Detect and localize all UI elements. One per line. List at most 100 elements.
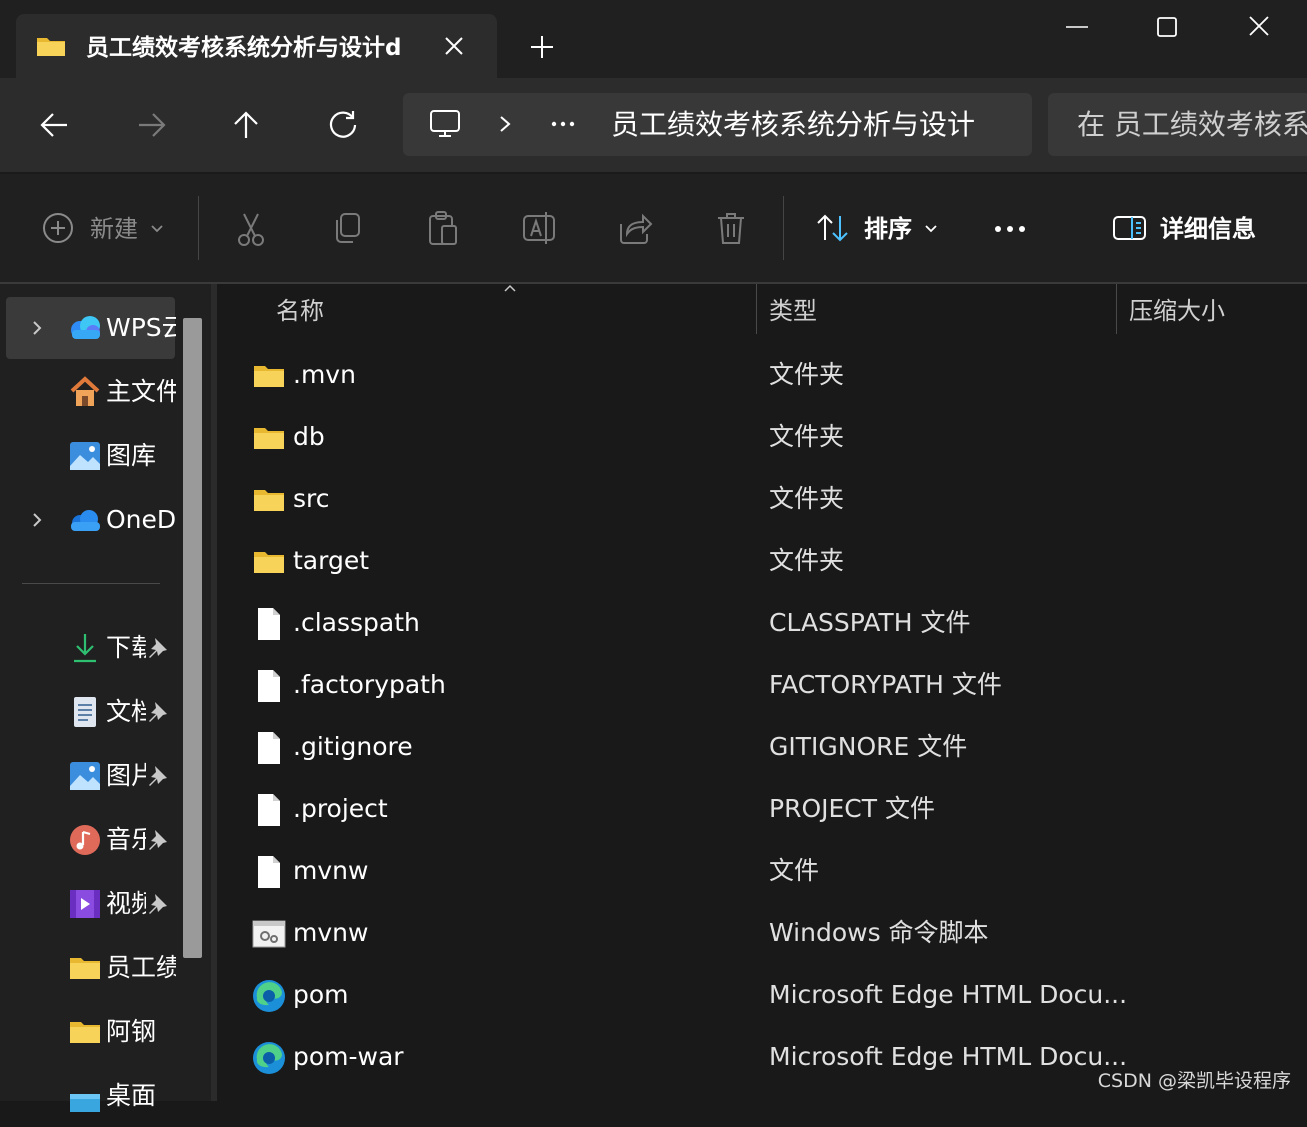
chevron-right-icon[interactable]: [28, 508, 46, 532]
file-name: src: [293, 484, 330, 513]
music-icon: [68, 824, 102, 856]
file-type: 文件: [769, 856, 820, 885]
file-icon: [252, 669, 286, 703]
file-name: pom: [293, 980, 349, 1009]
more-options-icon[interactable]: [990, 216, 1030, 242]
pin-icon[interactable]: [146, 763, 170, 789]
sidebar-item-folder-agang[interactable]: 阿钢: [0, 1001, 175, 1063]
file-row[interactable]: pom Microsoft Edge HTML Docu...: [240, 965, 1307, 1027]
file-name: .mvn: [293, 360, 356, 389]
file-name: target: [293, 546, 370, 575]
file-row[interactable]: src 文件夹: [240, 469, 1307, 531]
file-name: db: [293, 422, 325, 451]
maximize-icon[interactable]: [1150, 12, 1184, 42]
pin-icon[interactable]: [146, 699, 170, 725]
share-icon[interactable]: [617, 208, 653, 248]
close-tab-icon[interactable]: [440, 32, 468, 60]
file-type: 文件夹: [769, 360, 845, 389]
column-header-name[interactable]: 名称: [276, 292, 324, 330]
sidebar-item-label: 图库: [106, 441, 157, 470]
sidebar-item-home[interactable]: 主文件: [0, 361, 176, 423]
new-plus-icon[interactable]: [40, 208, 76, 248]
sort-icon[interactable]: [815, 208, 851, 248]
pin-icon[interactable]: [146, 827, 170, 853]
computer-icon[interactable]: [428, 108, 462, 140]
pictures-icon: [68, 760, 102, 792]
file-row[interactable]: .classpath CLASSPATH 文件: [240, 593, 1307, 655]
file-name: pom-war: [293, 1042, 404, 1071]
cut-icon[interactable]: [233, 208, 269, 248]
file-row[interactable]: .project PROJECT 文件: [240, 779, 1307, 841]
chevron-down-icon[interactable]: [148, 220, 166, 238]
sidebar-item-label: 桌面: [106, 1081, 157, 1110]
sidebar-scrollbar[interactable]: [183, 318, 202, 958]
documents-icon: [68, 696, 102, 728]
minimize-icon[interactable]: [1060, 12, 1094, 42]
forward-arrow-icon[interactable]: [130, 104, 172, 146]
file-type: FACTORYPATH 文件: [769, 670, 1002, 699]
refresh-icon[interactable]: [322, 104, 364, 146]
chevron-down-icon[interactable]: [922, 220, 940, 238]
delete-icon[interactable]: [713, 208, 749, 248]
sidebar-item-onedrive[interactable]: OneD: [0, 489, 176, 551]
rename-icon[interactable]: [521, 208, 557, 248]
folder-icon: [68, 952, 102, 984]
file-row[interactable]: target 文件夹: [240, 531, 1307, 593]
sidebar-item-label: WPS云: [106, 313, 176, 342]
sidebar-item-gallery[interactable]: 图库: [0, 425, 175, 487]
more-path-icon[interactable]: [548, 112, 578, 136]
sort-caret-icon: [502, 282, 518, 294]
file-type: Microsoft Edge HTML Docu...: [769, 980, 1128, 1009]
file-name: .project: [293, 794, 388, 823]
folder-icon: [68, 1016, 102, 1048]
file-type: Windows 命令脚本: [769, 918, 989, 947]
sidebar-item-music[interactable]: 音乐: [0, 809, 175, 871]
sidebar-item-pictures[interactable]: 图片: [0, 745, 175, 807]
column-header-size[interactable]: 压缩大小: [1129, 292, 1225, 330]
chevron-right-icon[interactable]: [28, 316, 46, 340]
sort-button-label[interactable]: 排序: [864, 210, 912, 248]
column-divider[interactable]: [756, 284, 757, 334]
file-row[interactable]: db 文件夹: [240, 407, 1307, 469]
sidebar-item-desktop[interactable]: 桌面: [0, 1065, 175, 1127]
script-icon: [252, 917, 286, 951]
file-name: .gitignore: [293, 732, 413, 761]
folder-icon: [252, 359, 286, 393]
file-row[interactable]: .mvn 文件夹: [240, 345, 1307, 407]
sidebar-item-wps-cloud[interactable]: WPS云: [0, 297, 176, 359]
up-arrow-icon[interactable]: [225, 104, 267, 146]
details-button-label[interactable]: 详细信息: [1160, 210, 1256, 248]
copy-icon[interactable]: [329, 208, 365, 248]
file-row[interactable]: .gitignore GITIGNORE 文件: [240, 717, 1307, 779]
close-icon[interactable]: [1242, 12, 1276, 42]
folder-icon: [252, 421, 286, 455]
sidebar-item-documents[interactable]: 文档: [0, 681, 175, 743]
file-row[interactable]: mvnw Windows 命令脚本: [240, 903, 1307, 965]
paste-icon[interactable]: [425, 208, 461, 248]
desktop-icon: [68, 1080, 102, 1112]
pin-icon[interactable]: [146, 891, 170, 917]
details-pane-icon[interactable]: [1112, 208, 1148, 248]
breadcrumb-current[interactable]: 员工绩效考核系统分析与设计: [611, 104, 975, 146]
sidebar-item-downloads[interactable]: 下载: [0, 617, 175, 679]
sidebar-item-label: 阿钢: [106, 1017, 157, 1046]
sidebar-item-videos[interactable]: 视频: [0, 873, 175, 935]
search-placeholder[interactable]: 在 员工绩效考核系: [1077, 104, 1307, 146]
file-row[interactable]: .factorypath FACTORYPATH 文件: [240, 655, 1307, 717]
chevron-right-icon[interactable]: [494, 112, 516, 136]
column-divider[interactable]: [1116, 284, 1117, 334]
file-type: PROJECT 文件: [769, 794, 935, 823]
back-arrow-icon[interactable]: [34, 104, 76, 146]
pin-icon[interactable]: [146, 635, 170, 661]
sidebar-item-folder-project[interactable]: 员工绩: [0, 937, 176, 999]
sidebar-item-label: 音乐: [106, 825, 146, 854]
sidebar-item-label: OneD: [106, 505, 176, 534]
column-header-type[interactable]: 类型: [769, 292, 817, 330]
sidebar-item-label: 图片: [106, 761, 146, 790]
file-row[interactable]: mvnw 文件: [240, 841, 1307, 903]
sidebar-item-label: 文档: [106, 697, 146, 726]
folder-icon: [36, 35, 66, 57]
new-button-label[interactable]: 新建: [90, 210, 138, 248]
new-tab-icon[interactable]: [528, 33, 556, 61]
file-icon: [252, 793, 286, 827]
